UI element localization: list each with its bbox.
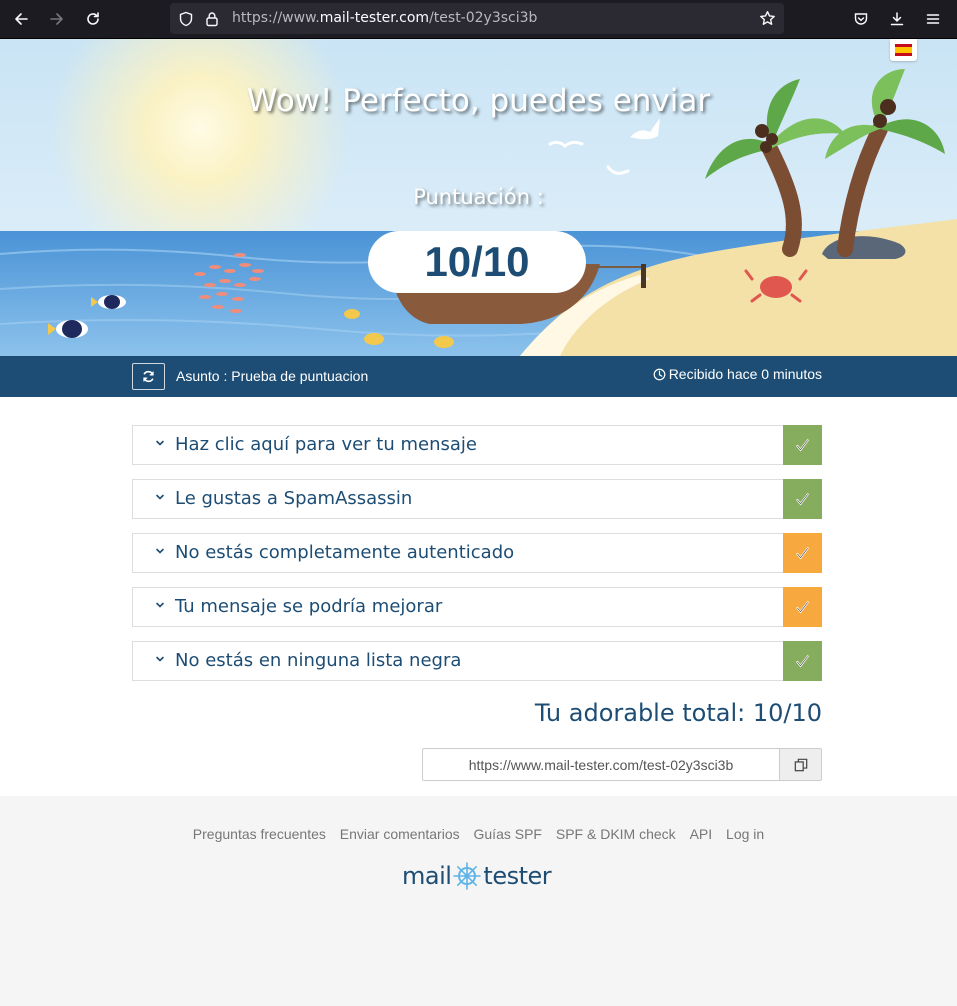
footer-link-api[interactable]: API (690, 826, 713, 842)
downloads-button[interactable] (883, 6, 911, 32)
results-panel: Haz clic aquí para ver tu mensaje Le gus… (0, 397, 957, 796)
result-headline: Wow! Perfecto, puedes enviar (246, 83, 711, 119)
ship-wheel-icon (453, 862, 482, 890)
result-item-label: Haz clic aquí para ver tu mensaje (175, 434, 477, 455)
result-item-view-message[interactable]: Haz clic aquí para ver tu mensaje (132, 425, 822, 465)
pocket-icon (854, 13, 868, 25)
address-bar[interactable]: https://www.mail-tester.com/test-02y3sci… (170, 3, 784, 34)
result-item-label: Le gustas a SpamAssassin (175, 488, 413, 509)
browser-toolbar: https://www.mail-tester.com/test-02y3sci… (0, 0, 957, 39)
url-text[interactable]: https://www.mail-tester.com/test-02y3sci… (232, 10, 537, 26)
star-icon[interactable] (759, 10, 776, 27)
forward-icon (50, 13, 63, 25)
hero-banner: Wow! Perfecto, puedes enviar Puntuación … (0, 39, 957, 356)
mail-tester-logo[interactable]: mail tester (402, 858, 552, 894)
refresh-button[interactable] (132, 363, 165, 390)
refresh-icon (143, 370, 154, 383)
footer-link-login[interactable]: Log in (726, 826, 764, 842)
clock-icon (653, 368, 666, 380)
footer-link-spf-dkim-check[interactable]: SPF & DKIM check (556, 826, 676, 842)
back-button[interactable] (7, 6, 35, 32)
check-icon (796, 492, 809, 505)
forward-button[interactable] (43, 6, 71, 32)
chevron-down-icon (156, 602, 164, 608)
status-badge-ok (783, 641, 822, 681)
footer-nav: Preguntas frecuentes Enviar comentarios … (0, 826, 957, 842)
shield-icon[interactable] (178, 11, 194, 27)
status-badge-ok (783, 425, 822, 465)
copy-button[interactable] (779, 748, 822, 781)
download-icon (890, 12, 904, 26)
received-text: Recibido hace 0 minutos (668, 366, 822, 382)
footer-link-feedback[interactable]: Enviar comentarios (340, 826, 460, 842)
menu-icon (926, 14, 940, 24)
check-icon (796, 546, 809, 559)
share-link-group (422, 748, 822, 781)
logo-text-right: tester (483, 862, 552, 890)
result-item-label: No estás en ninguna lista negra (175, 650, 462, 671)
email-subject: Asunto : Prueba de puntuacion (176, 368, 369, 384)
back-icon (15, 13, 28, 25)
es-flag-icon (895, 44, 912, 56)
lock-icon[interactable] (205, 11, 219, 27)
result-item-blacklist[interactable]: No estás en ninguna lista negra (132, 641, 822, 681)
app-menu-button[interactable] (919, 6, 947, 32)
total-score: Tu adorable total: 10/10 (534, 699, 822, 727)
result-item-spamassassin[interactable]: Le gustas a SpamAssassin (132, 479, 822, 519)
share-url-input[interactable] (422, 748, 780, 781)
result-item-label: Tu mensaje se podría mejorar (175, 596, 443, 617)
check-icon (796, 654, 809, 667)
logo-text-left: mail (402, 862, 452, 890)
chevron-down-icon (156, 656, 164, 662)
result-item-improve-message[interactable]: Tu mensaje se podría mejorar (132, 587, 822, 627)
language-selector[interactable] (890, 39, 917, 61)
status-badge-ok (783, 479, 822, 519)
pocket-button[interactable] (847, 6, 875, 32)
score-value: 10/10 (368, 231, 586, 293)
status-badge-warning (783, 533, 822, 573)
footer-link-spf-guides[interactable]: Guías SPF (474, 826, 542, 842)
footer-link-faq[interactable]: Preguntas frecuentes (193, 826, 326, 842)
score-label: Puntuación : (413, 185, 544, 209)
copy-icon (794, 758, 807, 771)
subject-bar: Asunto : Prueba de puntuacion Recibido h… (0, 356, 957, 397)
chevron-down-icon (156, 440, 164, 446)
result-item-label: No estás completamente autenticado (175, 542, 515, 563)
check-icon (796, 600, 809, 613)
reload-icon (87, 12, 99, 25)
chevron-down-icon (156, 494, 164, 500)
check-icon (796, 438, 809, 451)
chevron-down-icon (156, 548, 164, 554)
status-badge-warning (783, 587, 822, 627)
reload-button[interactable] (79, 6, 107, 32)
received-time: Recibido hace 0 minutos (653, 366, 822, 382)
footer: Preguntas frecuentes Enviar comentarios … (0, 796, 957, 1006)
result-item-authentication[interactable]: No estás completamente autenticado (132, 533, 822, 573)
